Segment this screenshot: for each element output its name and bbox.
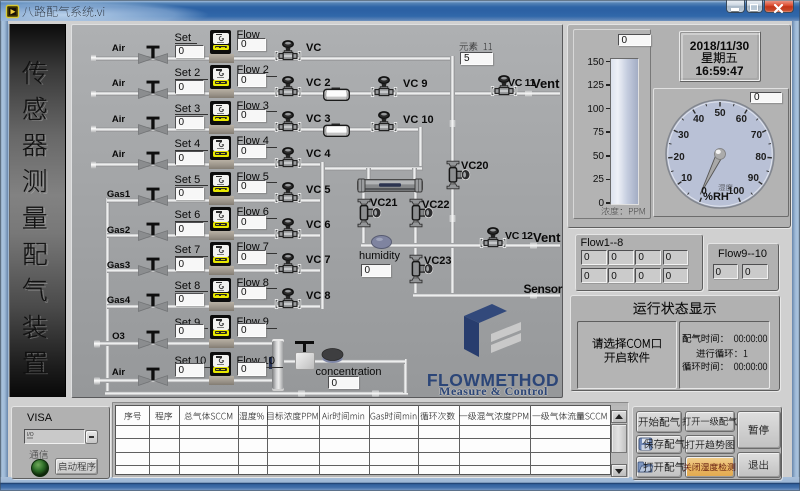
svg-text:I/O: I/O (27, 432, 34, 438)
